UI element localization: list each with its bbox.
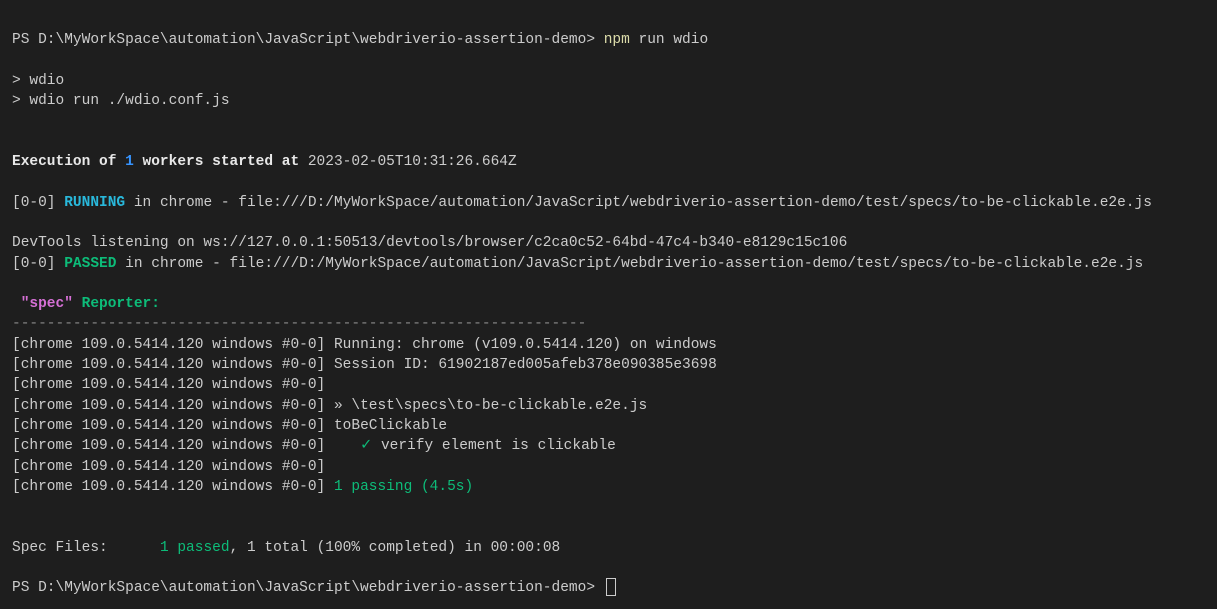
running-line: [0-0] RUNNING in chrome - file:///D:/MyW… — [12, 195, 1152, 211]
spec-file: » \test\specs\to-be-clickable.e2e.js — [325, 398, 647, 414]
spec-row-session: [chrome 109.0.5414.120 windows #0-0] Ses… — [12, 357, 717, 373]
spec-row-running: [chrome 109.0.5414.120 windows #0-0] Run… — [12, 337, 717, 353]
command-rest: run wdio — [630, 32, 708, 48]
summary-label: Spec Files: — [12, 540, 160, 556]
spec-row-check: [chrome 109.0.5414.120 windows #0-0] ✓ v… — [12, 438, 616, 454]
exec-count: 1 — [125, 154, 134, 170]
passed-line: [0-0] PASSED in chrome - file:///D:/MyWo… — [12, 256, 1143, 272]
browser-tag: [chrome 109.0.5414.120 windows #0-0] — [12, 479, 325, 495]
browser-tag: [chrome 109.0.5414.120 windows #0-0] — [12, 438, 325, 454]
prompt-line: PS D:\MyWorkSpace\automation\JavaScript\… — [12, 32, 708, 48]
browser-tag: [chrome 109.0.5414.120 windows #0-0] — [12, 459, 325, 475]
spec-suite: toBeClickable — [325, 418, 447, 434]
exec-p2: workers started at — [134, 154, 299, 170]
passed-status: PASSED — [64, 256, 116, 272]
command-main: npm — [604, 32, 630, 48]
prompt-sep: > — [586, 32, 603, 48]
reporter-header: "spec" Reporter: — [12, 296, 160, 312]
running-rest: in chrome - file:///D:/MyWorkSpace/autom… — [125, 195, 1152, 211]
browser-tag: [chrome 109.0.5414.120 windows #0-0] — [12, 337, 325, 353]
passed-prefix: [0-0] — [12, 256, 64, 272]
running-prefix: [0-0] — [12, 195, 64, 211]
browser-tag: [chrome 109.0.5414.120 windows #0-0] — [12, 398, 325, 414]
spec-row-blank2: [chrome 109.0.5414.120 windows #0-0] — [12, 459, 325, 475]
terminal-output[interactable]: PS D:\MyWorkSpace\automation\JavaScript\… — [0, 0, 1217, 609]
prompt-sep: > — [586, 580, 603, 596]
browser-tag: [chrome 109.0.5414.120 windows #0-0] — [12, 357, 325, 373]
prompt-prefix: PS — [12, 580, 38, 596]
cursor-icon — [606, 578, 616, 596]
spec-row-file: [chrome 109.0.5414.120 windows #0-0] » \… — [12, 398, 647, 414]
running-status: RUNNING — [64, 195, 125, 211]
check-icon: ✓ — [360, 438, 381, 454]
prompt-path: D:\MyWorkSpace\automation\JavaScript\web… — [38, 32, 586, 48]
divider-dashes: ----------------------------------------… — [12, 316, 586, 332]
passed-rest: in chrome - file:///D:/MyWorkSpace/autom… — [116, 256, 1143, 272]
browser-tag: [chrome 109.0.5414.120 windows #0-0] — [12, 418, 325, 434]
reporter-spec: "spec" — [12, 296, 73, 312]
reporter-label: Reporter: — [73, 296, 160, 312]
browser-tag: [chrome 109.0.5414.120 windows #0-0] — [12, 377, 325, 393]
final-prompt: PS D:\MyWorkSpace\automation\JavaScript\… — [12, 580, 616, 596]
summary-line: Spec Files: 1 passed, 1 total (100% comp… — [12, 540, 560, 556]
summary-passed: 1 passed — [160, 540, 230, 556]
spec-running: Running: chrome (v109.0.5414.120) on win… — [325, 337, 717, 353]
prompt-prefix: PS — [12, 32, 38, 48]
spec-row-blank1: [chrome 109.0.5414.120 windows #0-0] — [12, 377, 325, 393]
spec-row-suite: [chrome 109.0.5414.120 windows #0-0] toB… — [12, 418, 447, 434]
check-pad — [325, 438, 360, 454]
summary-rest: , 1 total (100% completed) in 00:00:08 — [230, 540, 561, 556]
exec-ts: 2023-02-05T10:31:26.664Z — [299, 154, 517, 170]
script-echo-2: > wdio run ./wdio.conf.js — [12, 93, 230, 109]
exec-header: Execution of 1 workers started at 2023-0… — [12, 154, 517, 170]
exec-p1: Execution of — [12, 154, 125, 170]
spec-session: Session ID: 61902187ed005afeb378e090385e… — [325, 357, 717, 373]
check-text: verify element is clickable — [381, 438, 616, 454]
spec-row-passing: [chrome 109.0.5414.120 windows #0-0] 1 p… — [12, 479, 473, 495]
devtools-line: DevTools listening on ws://127.0.0.1:505… — [12, 235, 847, 251]
prompt-path: D:\MyWorkSpace\automation\JavaScript\web… — [38, 580, 586, 596]
script-echo-1: > wdio — [12, 73, 64, 89]
spec-passing: 1 passing (4.5s) — [325, 479, 473, 495]
